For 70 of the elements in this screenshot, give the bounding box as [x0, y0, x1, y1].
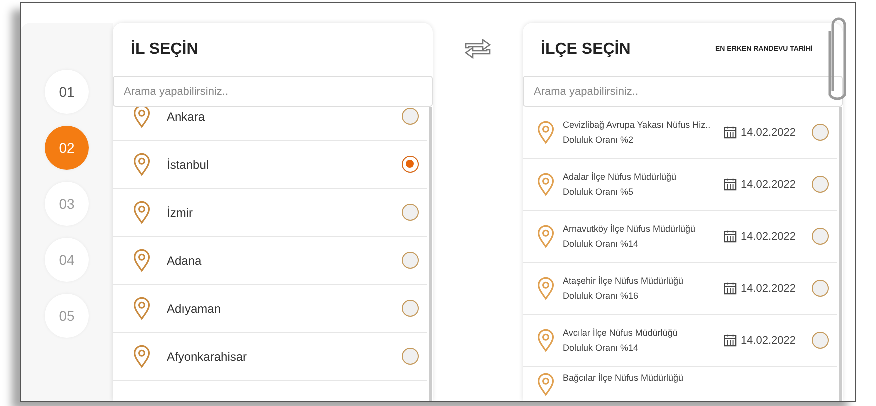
- scrollbar[interactable]: [839, 107, 842, 401]
- appointment-date: 14.02.2022: [740, 334, 796, 346]
- location-pin-icon: [133, 248, 151, 272]
- calendar-icon: [724, 230, 737, 243]
- appointment-date: 14.02.2022: [740, 282, 796, 294]
- calendar-icon: [724, 126, 737, 139]
- province-item[interactable]: Afyonkarahisar: [113, 333, 427, 381]
- panel-title: İL SEÇİN: [131, 40, 198, 58]
- occupancy-text: Doluluk Oranı %14: [563, 343, 640, 353]
- location-pin-icon: [133, 296, 151, 320]
- location-pin-icon: [537, 373, 555, 397]
- district-name: Bağcılar İlçe Nüfus Müdürlüğü: [563, 373, 685, 383]
- calendar-icon: [724, 334, 737, 347]
- district-item[interactable]: Adalar İlçe Nüfus Müdürlüğü Doluluk Oranı %5 14.02.2022: [523, 159, 837, 211]
- panel-title: İLÇE SEÇİN: [541, 40, 631, 58]
- province-name: Adıyaman: [167, 302, 222, 316]
- province-name: Afyonkarahisar: [167, 350, 248, 364]
- province-item[interactable]: Adıyaman: [113, 285, 427, 333]
- location-pin-icon: [133, 107, 151, 128]
- appointment-date: 14.02.2022: [740, 126, 796, 138]
- province-name: İstanbul: [167, 158, 210, 172]
- appointment-date: 14.02.2022: [740, 230, 796, 242]
- radio-button[interactable]: [402, 252, 419, 269]
- location-pin-icon: [133, 200, 151, 224]
- province-name: Ankara: [167, 110, 206, 124]
- province-name: İzmir: [167, 206, 194, 220]
- calendar-icon: [724, 178, 737, 191]
- district-name: Adalar İlçe Nüfus Müdürlüğü: [563, 172, 678, 182]
- calendar-icon: [724, 282, 737, 295]
- radio-button[interactable]: [402, 348, 419, 365]
- search-field[interactable]: Arama yapabilirsiniz..: [523, 76, 843, 107]
- province-item[interactable]: Adana: [113, 237, 427, 285]
- radio-button[interactable]: [812, 124, 829, 141]
- district-name: Cevizlibağ Avrupa Yakası Nüfus Hiz..: [563, 120, 712, 130]
- radio-button[interactable]: [812, 176, 829, 193]
- search-field[interactable]: Arama yapabilirsiniz..: [113, 76, 433, 107]
- location-pin-icon: [537, 328, 555, 352]
- district-name: Ataşehir İlçe Nüfus Müdürlüğü: [563, 276, 685, 286]
- radio-button[interactable]: [402, 108, 419, 125]
- radio-button[interactable]: [402, 300, 419, 317]
- province-item[interactable]: İstanbul: [113, 141, 427, 189]
- location-pin-icon: [133, 152, 151, 176]
- location-pin-icon: [537, 224, 555, 248]
- appointment-date: 14.02.2022: [740, 178, 796, 190]
- province-item[interactable]: Ankara: [113, 107, 427, 141]
- location-pin-icon: [537, 276, 555, 300]
- district-item[interactable]: Arnavutköy İlçe Nüfus Müdürlüğü Doluluk Oranı %14 14.02.2022: [523, 211, 837, 263]
- radio-button[interactable]: [402, 156, 419, 173]
- occupancy-text: Doluluk Oranı %5: [563, 187, 635, 197]
- district-item[interactable]: Cevizlibağ Avrupa Yakası Nüfus Hiz.. Doluluk Oranı %2 14.02.2022: [523, 107, 837, 159]
- radio-button[interactable]: [812, 280, 829, 297]
- location-pin-icon: [133, 344, 151, 368]
- occupancy-text: Doluluk Oranı %14: [563, 239, 640, 249]
- occupancy-text: Doluluk Oranı %16: [563, 291, 640, 301]
- location-pin-icon: [537, 120, 555, 144]
- province-name: Adana: [167, 254, 203, 268]
- swap-icon[interactable]: [463, 39, 493, 59]
- location-pin-icon: [537, 172, 555, 196]
- radio-button[interactable]: [812, 228, 829, 245]
- district-item[interactable]: Avcılar İlçe Nüfus Müdürlüğü Doluluk Oranı %14 14.02.2022: [523, 315, 837, 367]
- district-item[interactable]: Bağcılar İlçe Nüfus Müdürlüğü: [523, 367, 837, 401]
- province-item[interactable]: İzmir: [113, 189, 427, 237]
- radio-button[interactable]: [402, 204, 419, 221]
- occupancy-text: Doluluk Oranı %2: [563, 135, 635, 145]
- step-button[interactable]: 01: [45, 70, 89, 114]
- district-name: Avcılar İlçe Nüfus Müdürlüğü: [563, 328, 679, 338]
- scrollbar[interactable]: [429, 107, 432, 401]
- district-name: Arnavutköy İlçe Nüfus Müdürlüğü: [563, 224, 697, 234]
- radio-button[interactable]: [812, 332, 829, 349]
- district-item[interactable]: Ataşehir İlçe Nüfus Müdürlüğü Doluluk Oranı %16 14.02.2022: [523, 263, 837, 315]
